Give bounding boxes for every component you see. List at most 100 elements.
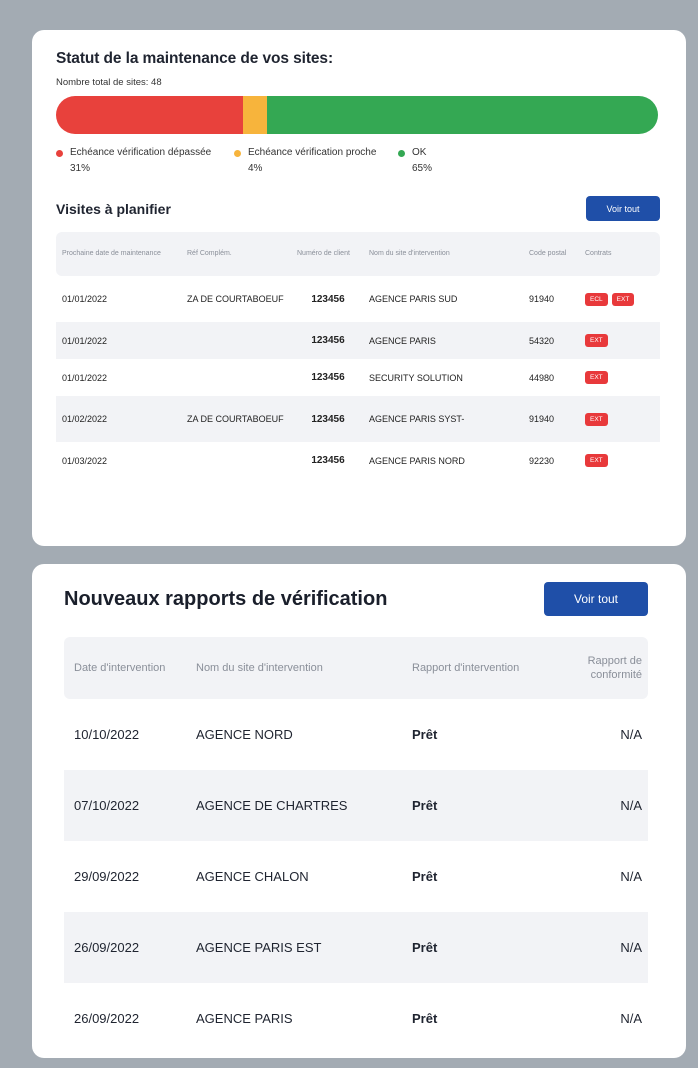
table-row[interactable]: 01/03/2022 123456 AGENCE PARIS NORD 92230 EX… <box>56 442 660 479</box>
site-name-cell: AGENCE DE CHARTRES <box>186 770 402 841</box>
table-row[interactable]: 26/09/2022 AGENCE PARIS Prêt N/A <box>64 983 648 1054</box>
legend-percentage: 4% <box>248 163 263 174</box>
ref-complement-cell: ZA DE COURTABOEUF <box>182 396 292 442</box>
maintenance-date-cell: 01/01/2022 <box>62 372 108 383</box>
table-row[interactable]: 29/09/2022 AGENCE CHALON Prêt N/A <box>64 841 648 912</box>
postal-code-cell: 91940 <box>524 396 580 442</box>
visits-see-all-button[interactable]: Voir tout <box>586 196 660 221</box>
conformity-report-cell: N/A <box>620 727 642 742</box>
legend-label: OK <box>412 147 427 158</box>
site-name-cell: AGENCE PARIS <box>364 322 524 359</box>
visits-header: Visites à planifier Voir tout <box>56 196 660 221</box>
column-header: Nom du site d'intervention <box>364 232 524 276</box>
client-number-cell: 123456 <box>292 322 364 359</box>
status-legend: Echéance vérification dépassée 31% Echéanc… <box>56 147 660 174</box>
contract-badge[interactable]: EXT <box>585 454 608 467</box>
contract-badge[interactable]: EXT <box>585 371 608 384</box>
postal-code-cell: 44980 <box>529 372 555 383</box>
intervention-date-cell: 10/10/2022 <box>74 727 140 742</box>
contracts-cell: EXT <box>580 322 660 359</box>
legend-label: Echéance vérification proche <box>248 147 377 158</box>
column-header: Contrats <box>580 232 660 276</box>
postal-code-cell: 92230 <box>529 455 555 466</box>
maintenance-card: Statut de la maintenance de vos sites: N… <box>32 30 686 546</box>
contract-badge[interactable]: EXT <box>585 412 608 426</box>
reports-see-all-button[interactable]: Voir tout <box>544 582 648 616</box>
intervention-report-cell[interactable]: Prêt <box>402 912 568 983</box>
site-name-cell: AGENCE NORD <box>196 727 293 742</box>
ref-complement-cell <box>182 322 292 359</box>
contracts-cell: ECL EXT <box>580 276 660 322</box>
status-bar-segment <box>242 96 267 134</box>
reports-table-header: Date d'intervention Nom du site d'interve… <box>64 637 648 699</box>
postal-code-cell: 91940 <box>529 294 555 304</box>
intervention-report-cell[interactable]: Prêt <box>402 770 568 841</box>
legend-dot-icon <box>234 150 241 157</box>
column-header: Nom du site d'intervention <box>186 637 402 699</box>
column-header: Prochaine date de maintenance <box>56 232 182 276</box>
contracts-cell: EXT <box>580 442 660 479</box>
column-header: Code postal <box>524 232 580 276</box>
site-name-cell: SECURITY SOLUTION <box>369 372 463 383</box>
site-name-cell: AGENCE PARIS <box>196 1011 293 1026</box>
contract-badge[interactable]: EXT <box>585 334 608 347</box>
maintenance-status-bar <box>56 96 658 134</box>
site-name-cell: AGENCE PARIS SYST- <box>364 396 524 442</box>
total-sites-count: Nombre total de sites: 48 <box>56 77 162 88</box>
site-name-cell: AGENCE PARIS EST <box>186 912 402 983</box>
column-header: Réf Complém. <box>182 232 292 276</box>
table-row[interactable]: 07/10/2022 AGENCE DE CHARTRES Prêt N/A <box>64 770 648 841</box>
status-bar-segment <box>266 96 658 134</box>
conformity-report-cell: N/A <box>568 770 648 841</box>
site-name-cell: AGENCE PARIS NORD <box>369 455 465 466</box>
maintenance-date-cell: 01/02/2022 <box>56 396 182 442</box>
intervention-date-cell: 29/09/2022 <box>74 869 140 884</box>
reports-card: Nouveaux rapports de vérification Voir t… <box>32 564 686 1058</box>
conformity-report-cell: N/A <box>568 912 648 983</box>
contracts-cell: EXT <box>580 396 660 442</box>
intervention-date-cell: 26/09/2022 <box>64 912 186 983</box>
table-row[interactable]: 26/09/2022 AGENCE PARIS EST Prêt N/A <box>64 912 648 983</box>
client-number-cell: 123456 <box>311 455 345 466</box>
intervention-report-cell[interactable]: Prêt <box>402 699 568 770</box>
table-row[interactable]: 01/01/2022 ZA DE COURTABOEUF 123456 AGENCE … <box>56 276 660 322</box>
legend-item: Echéance vérification proche 4% <box>234 147 398 174</box>
table-row[interactable]: 01/01/2022 123456 AGENCE PARIS 54320 EXT <box>56 322 660 359</box>
client-number-cell: 123456 <box>292 396 364 442</box>
column-header: Numéro de client <box>292 232 364 276</box>
maintenance-date-cell: 01/01/2022 <box>56 322 182 359</box>
intervention-report-cell[interactable]: Prêt <box>402 841 568 912</box>
ref-complement-cell <box>182 442 292 479</box>
intervention-report-cell[interactable]: Prêt <box>402 983 568 1054</box>
maintenance-date-cell: 01/01/2022 <box>62 294 108 304</box>
client-number-cell: 123456 <box>311 293 345 305</box>
postal-code-cell: 54320 <box>524 322 580 359</box>
reports-title: Nouveaux rapports de vérification <box>64 587 388 610</box>
intervention-date-cell: 07/10/2022 <box>64 770 186 841</box>
legend-item: Echéance vérification dépassée 31% <box>56 147 234 174</box>
site-name-cell: AGENCE PARIS SUD <box>369 294 458 304</box>
column-header: Date d'intervention <box>64 637 186 699</box>
maintenance-title: Statut de la maintenance de vos sites: <box>56 50 334 67</box>
legend-item: OK 65% <box>398 147 518 174</box>
legend-dot-icon <box>398 150 405 157</box>
intervention-date-cell: 26/09/2022 <box>74 1011 140 1026</box>
visits-title: Visites à planifier <box>56 200 171 217</box>
contract-badge[interactable]: ECL <box>585 292 608 306</box>
column-header: Rapport d'intervention <box>402 637 568 699</box>
contracts-cell: EXT <box>580 359 660 396</box>
table-row[interactable]: 10/10/2022 AGENCE NORD Prêt N/A <box>64 699 648 770</box>
conformity-report-cell: N/A <box>620 869 642 884</box>
ref-complement-cell: ZA DE COURTABOEUF <box>187 293 284 304</box>
conformity-report-cell: N/A <box>620 1011 642 1026</box>
ref-complement-cell <box>182 359 292 396</box>
contract-badge[interactable]: EXT <box>611 292 635 306</box>
column-header: Rapport de conformité <box>568 637 648 699</box>
visits-table-header: Prochaine date de maintenance Réf Complém… <box>56 232 660 276</box>
reports-header: Nouveaux rapports de vérification Voir t… <box>64 582 648 616</box>
legend-label: Echéance vérification dépassée <box>70 147 212 158</box>
legend-percentage: 65% <box>412 163 433 174</box>
client-number-cell: 123456 <box>311 372 345 383</box>
table-row[interactable]: 01/01/2022 123456 SECURITY SOLUTION 44980 EX… <box>56 359 660 396</box>
table-row[interactable]: 01/02/2022 ZA DE COURTABOEUF 123456 AGENCE … <box>56 396 660 442</box>
